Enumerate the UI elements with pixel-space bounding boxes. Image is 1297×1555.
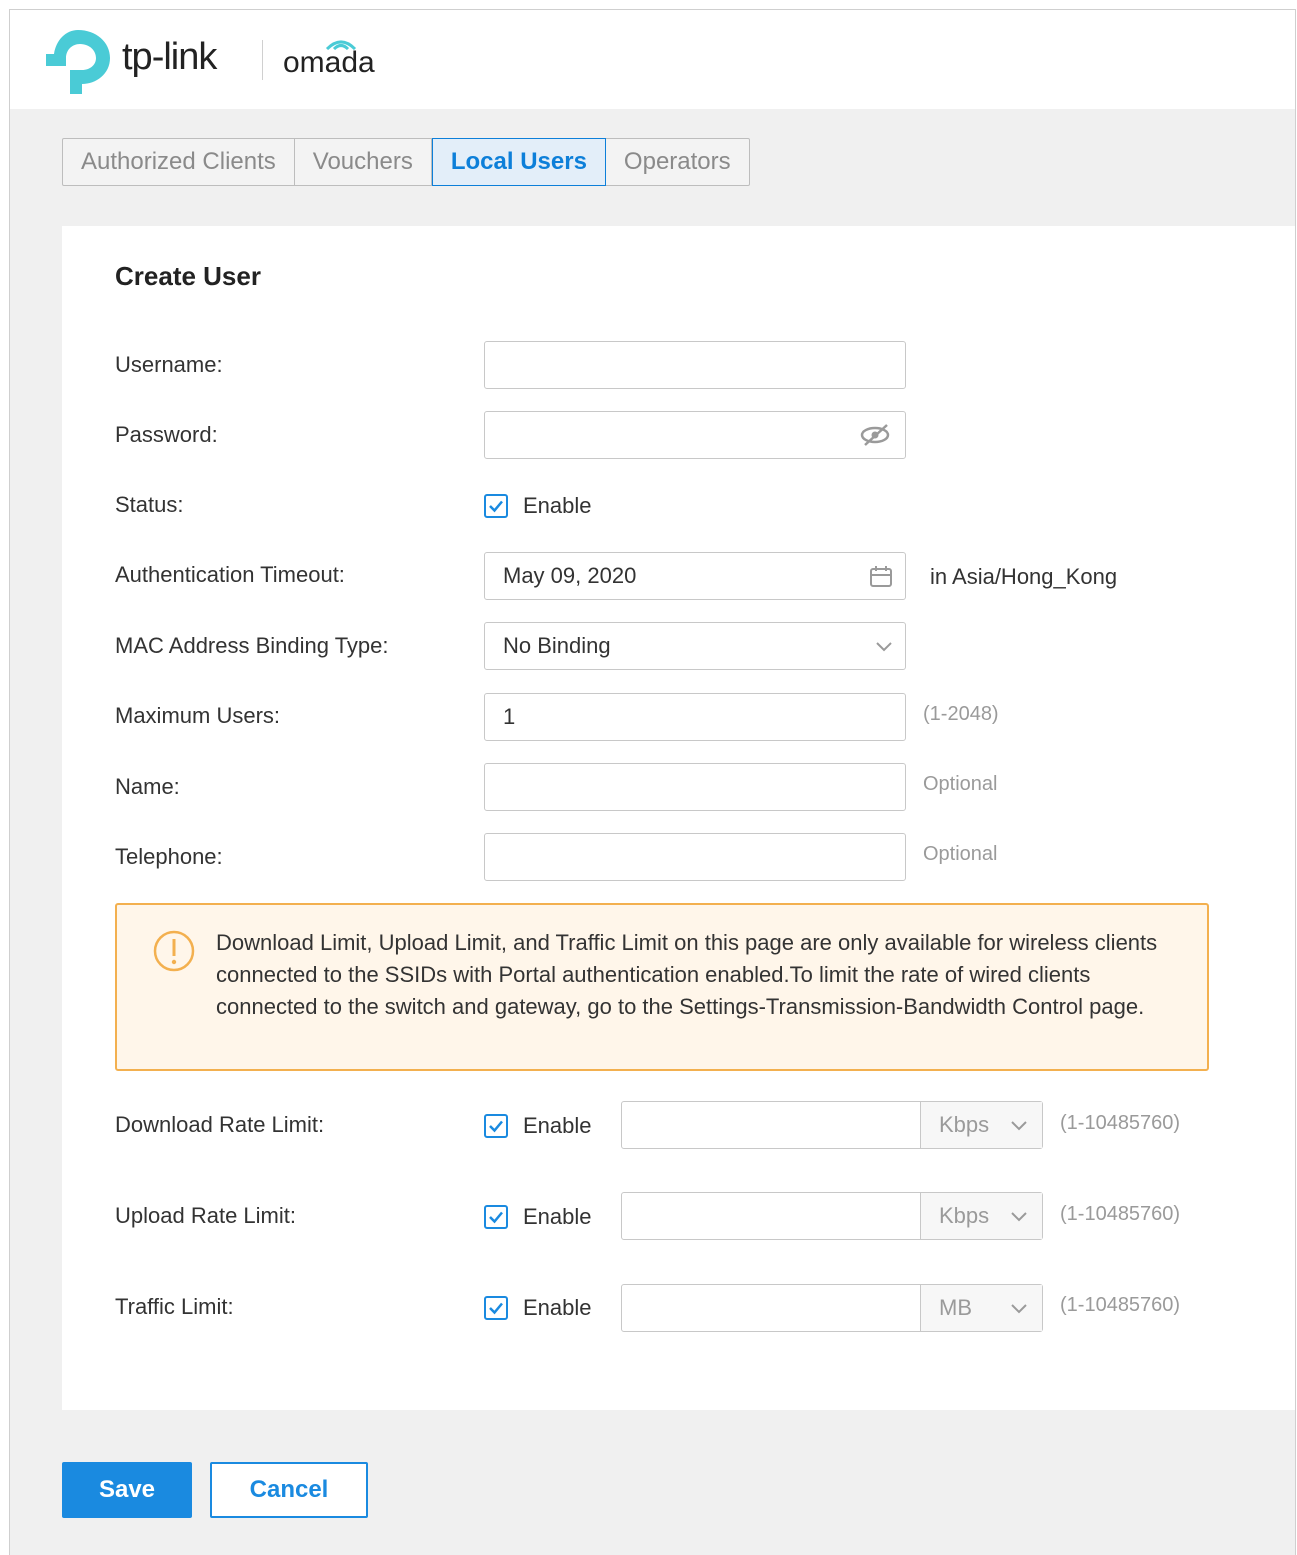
traffic-limit-input[interactable]: MB xyxy=(621,1284,1043,1332)
mac-binding-value: No Binding xyxy=(503,633,611,658)
mac-binding-label: MAC Address Binding Type: xyxy=(115,633,389,658)
mac-binding-select[interactable]: No Binding xyxy=(484,622,906,670)
product-name: omada xyxy=(283,46,375,79)
app-frame: tp-link omada Authorized Clients Voucher… xyxy=(9,9,1296,1555)
auth-timeout-value: May 09, 2020 xyxy=(503,563,637,588)
download-limit-label: Download Rate Limit: xyxy=(115,1112,325,1137)
brand-divider xyxy=(262,40,263,80)
chevron-down-icon xyxy=(1011,1304,1027,1314)
chevron-down-icon xyxy=(876,642,892,652)
upload-limit-enable-label: Enable xyxy=(523,1204,592,1229)
download-unit-select[interactable]: Kbps xyxy=(920,1102,1042,1148)
create-user-card: Create User Username: Password: Status: … xyxy=(62,226,1295,1410)
tab-authorized-clients[interactable]: Authorized Clients xyxy=(63,139,295,185)
upload-limit-range-hint: (1-10485760) xyxy=(1060,1203,1181,1225)
notice-text: Download Limit, Upload Limit, and Traffi… xyxy=(216,930,1158,1019)
upload-limit-checkbox[interactable] xyxy=(484,1205,508,1229)
rate-limit-notice: Download Limit, Upload Limit, and Traffi… xyxy=(115,903,1209,1071)
cancel-button[interactable]: Cancel xyxy=(210,1462,368,1518)
warning-icon xyxy=(153,930,195,972)
status-label: Status: xyxy=(115,492,184,517)
check-icon xyxy=(489,1211,503,1224)
check-icon xyxy=(489,500,503,513)
tab-bar: Authorized Clients Vouchers Local Users … xyxy=(62,138,750,186)
telephone-input[interactable] xyxy=(484,833,906,881)
auth-timeout-date-input[interactable]: May 09, 2020 xyxy=(484,552,906,600)
calendar-icon[interactable] xyxy=(869,565,893,589)
upload-unit-value: Kbps xyxy=(939,1203,990,1228)
eye-hidden-icon[interactable] xyxy=(859,422,893,448)
password-input[interactable] xyxy=(484,411,906,459)
traffic-limit-checkbox[interactable] xyxy=(484,1296,508,1320)
telephone-optional-hint: Optional xyxy=(923,843,998,865)
tab-operators[interactable]: Operators xyxy=(606,139,749,185)
top-bar: tp-link omada xyxy=(10,10,1295,109)
upload-limit-label: Upload Rate Limit: xyxy=(115,1203,296,1228)
traffic-unit-select[interactable]: MB xyxy=(920,1285,1042,1331)
tab-vouchers[interactable]: Vouchers xyxy=(295,139,432,185)
max-users-range-hint: (1-2048) xyxy=(923,703,999,725)
tab-local-users[interactable]: Local Users xyxy=(431,138,606,186)
download-limit-input[interactable]: Kbps xyxy=(621,1101,1043,1149)
check-icon xyxy=(489,1302,503,1315)
chevron-down-icon xyxy=(1011,1121,1027,1131)
download-limit-checkbox[interactable] xyxy=(484,1114,508,1138)
telephone-label: Telephone: xyxy=(115,844,223,869)
download-limit-range-hint: (1-10485760) xyxy=(1060,1112,1181,1134)
status-enable-label: Enable xyxy=(523,493,592,518)
check-icon xyxy=(489,1120,503,1133)
name-label: Name: xyxy=(115,774,180,799)
traffic-limit-enable-label: Enable xyxy=(523,1295,592,1320)
name-input[interactable] xyxy=(484,763,906,811)
max-users-input[interactable]: 1 xyxy=(484,693,906,741)
download-unit-value: Kbps xyxy=(939,1112,990,1137)
username-label: Username: xyxy=(115,352,223,377)
save-button[interactable]: Save xyxy=(62,1462,192,1518)
password-label: Password: xyxy=(115,422,218,447)
upload-limit-input[interactable]: Kbps xyxy=(621,1192,1043,1240)
download-limit-enable-label: Enable xyxy=(523,1113,592,1138)
traffic-unit-value: MB xyxy=(939,1295,972,1320)
traffic-limit-label: Traffic Limit: xyxy=(115,1294,234,1319)
auth-timeout-label: Authentication Timeout: xyxy=(115,562,345,587)
timezone-text: in Asia/Hong_Kong xyxy=(930,564,1118,589)
max-users-label: Maximum Users: xyxy=(115,703,281,728)
page-title: Create User xyxy=(115,261,261,291)
traffic-limit-range-hint: (1-10485760) xyxy=(1060,1294,1181,1316)
upload-unit-select[interactable]: Kbps xyxy=(920,1193,1042,1239)
chevron-down-icon xyxy=(1011,1212,1027,1222)
status-checkbox[interactable] xyxy=(484,494,508,518)
username-input[interactable] xyxy=(484,341,906,389)
name-optional-hint: Optional xyxy=(923,773,998,795)
tp-link-logo-icon xyxy=(46,30,110,94)
brand-name: tp-link xyxy=(122,36,217,78)
